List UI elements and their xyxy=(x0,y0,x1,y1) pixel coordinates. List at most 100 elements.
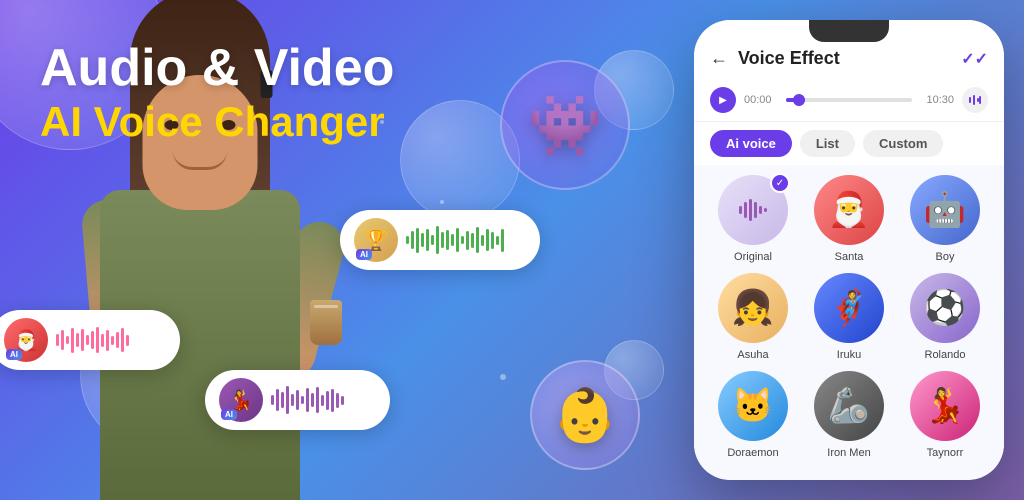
bar xyxy=(106,330,109,351)
back-button[interactable]: ← xyxy=(710,48,728,69)
bar xyxy=(291,394,294,406)
ai-badge-3: AI xyxy=(221,409,237,420)
phone-mockup: ← Voice Effect ✓✓ ▶ 00:00 10:30 xyxy=(694,20,1004,480)
waveform-avatar-wrapper-3: 💃 AI xyxy=(219,378,263,422)
hero-emoji: 🦸 xyxy=(828,288,870,328)
tab-list[interactable]: List xyxy=(800,130,855,157)
bar xyxy=(86,335,89,345)
waveform-avatar-wrapper-1: 🏆 AI xyxy=(354,218,398,262)
bar xyxy=(121,328,124,352)
bar xyxy=(406,236,409,244)
voice-item-santa[interactable]: 🎅 Santa xyxy=(806,175,892,263)
bar xyxy=(281,392,284,408)
dot-5 xyxy=(500,374,506,380)
anime-girl-emoji: 👧 xyxy=(732,288,774,328)
tab-ai-voice-label: Ai voice xyxy=(726,136,776,151)
monster-bubble: 👾 xyxy=(500,60,630,190)
bar xyxy=(456,228,459,252)
bar xyxy=(421,233,424,247)
bar xyxy=(71,328,74,353)
bar xyxy=(436,226,439,254)
bar xyxy=(461,236,464,244)
bar xyxy=(491,232,494,249)
bar xyxy=(466,231,469,250)
phone-screen: ← Voice Effect ✓✓ ▶ 00:00 10:30 xyxy=(694,20,1004,480)
voice-item-iruku[interactable]: 🦸 Iruku xyxy=(806,273,892,361)
voice-item-boy[interactable]: 🤖 Boy xyxy=(902,175,988,263)
progress-track[interactable] xyxy=(786,98,912,102)
waveform-card-1: 🏆 AI xyxy=(340,210,540,270)
iron-man-emoji: 🦾 xyxy=(828,386,870,426)
time-end: 10:30 xyxy=(920,94,954,106)
screen-title: Voice Effect xyxy=(738,48,961,69)
bar xyxy=(441,232,444,248)
title-area: Audio & Video AI Voice Changer xyxy=(40,40,394,148)
tab-ai-voice[interactable]: Ai voice xyxy=(710,130,792,157)
voice-name-boy: Boy xyxy=(936,251,955,263)
bar xyxy=(66,336,69,344)
singer-emoji: 💃 xyxy=(924,386,966,426)
coffee-cup xyxy=(310,300,342,345)
equalizer-button[interactable] xyxy=(962,87,988,113)
tab-list-label: List xyxy=(816,136,839,151)
waveform-avatar-wrapper-2: 🎅 AI xyxy=(4,318,48,362)
bar xyxy=(76,333,79,347)
voice-avatar-asuha: 👧 xyxy=(718,273,788,343)
voice-name-ironmen: Iron Men xyxy=(827,447,870,459)
bar xyxy=(331,389,334,412)
bar xyxy=(336,393,339,408)
bar xyxy=(321,395,324,406)
voice-item-doraemon[interactable]: 🐱 Doraemon xyxy=(710,371,796,459)
play-button[interactable]: ▶ xyxy=(710,87,736,113)
bar xyxy=(306,388,309,412)
voice-item-original[interactable]: ✓ Original xyxy=(710,175,796,263)
title-line2: AI Voice Changer xyxy=(40,97,394,147)
ai-badge-2: AI xyxy=(6,349,22,360)
doraemon-emoji: 🐱 xyxy=(732,386,774,426)
voice-item-taynorr[interactable]: 💃 Taynorr xyxy=(902,371,988,459)
bar xyxy=(126,335,129,346)
voice-avatar-santa: 🎅 xyxy=(814,175,884,245)
bar xyxy=(276,389,279,411)
cup-highlight xyxy=(314,305,338,308)
bar xyxy=(481,235,484,246)
voice-avatar-boy: 🤖 xyxy=(910,175,980,245)
voice-item-rolando[interactable]: ⚽ Rolando xyxy=(902,273,988,361)
voice-name-iruku: Iruku xyxy=(837,349,861,361)
bar xyxy=(426,229,429,251)
voice-avatar-iruku: 🦸 xyxy=(814,273,884,343)
equalizer-icon xyxy=(968,93,982,107)
voice-name-rolando: Rolando xyxy=(925,349,966,361)
voice-name-doraemon: Doraemon xyxy=(727,447,778,459)
voice-name-taynorr: Taynorr xyxy=(927,447,964,459)
voice-avatar-rolando: ⚽ xyxy=(910,273,980,343)
dot-4 xyxy=(440,200,444,204)
bar xyxy=(316,387,319,413)
voice-grid: ✓ Original 🎅 Santa 🤖 Boy xyxy=(694,165,1004,469)
voice-name-santa: Santa xyxy=(835,251,864,263)
voice-item-asuha[interactable]: 👧 Asuha xyxy=(710,273,796,361)
voice-avatar-ironmen: 🦾 xyxy=(814,371,884,441)
ai-badge-1: AI xyxy=(356,249,372,260)
robot-emoji: 🤖 xyxy=(924,190,966,230)
voice-item-ironmen[interactable]: 🦾 Iron Men xyxy=(806,371,892,459)
audio-bar: ▶ 00:00 10:30 xyxy=(694,79,1004,122)
bar xyxy=(101,334,104,347)
bar xyxy=(56,334,59,346)
tab-custom[interactable]: Custom xyxy=(863,130,943,157)
baby-bubble: 👶 xyxy=(530,360,640,470)
bar xyxy=(451,234,454,246)
original-waveform-icon xyxy=(735,192,771,228)
person-smile xyxy=(173,150,228,170)
voice-avatar-doraemon: 🐱 xyxy=(718,371,788,441)
waveform-card-2: 🎅 AI xyxy=(0,310,180,370)
progress-dot xyxy=(793,94,805,106)
bar xyxy=(476,227,479,253)
bar xyxy=(486,229,489,251)
bar xyxy=(416,228,419,253)
bar xyxy=(326,391,329,410)
waveform-bars-1 xyxy=(406,225,504,255)
phone-notch xyxy=(809,20,889,42)
time-start: 00:00 xyxy=(744,94,778,106)
waveform-bars-3 xyxy=(271,385,344,415)
